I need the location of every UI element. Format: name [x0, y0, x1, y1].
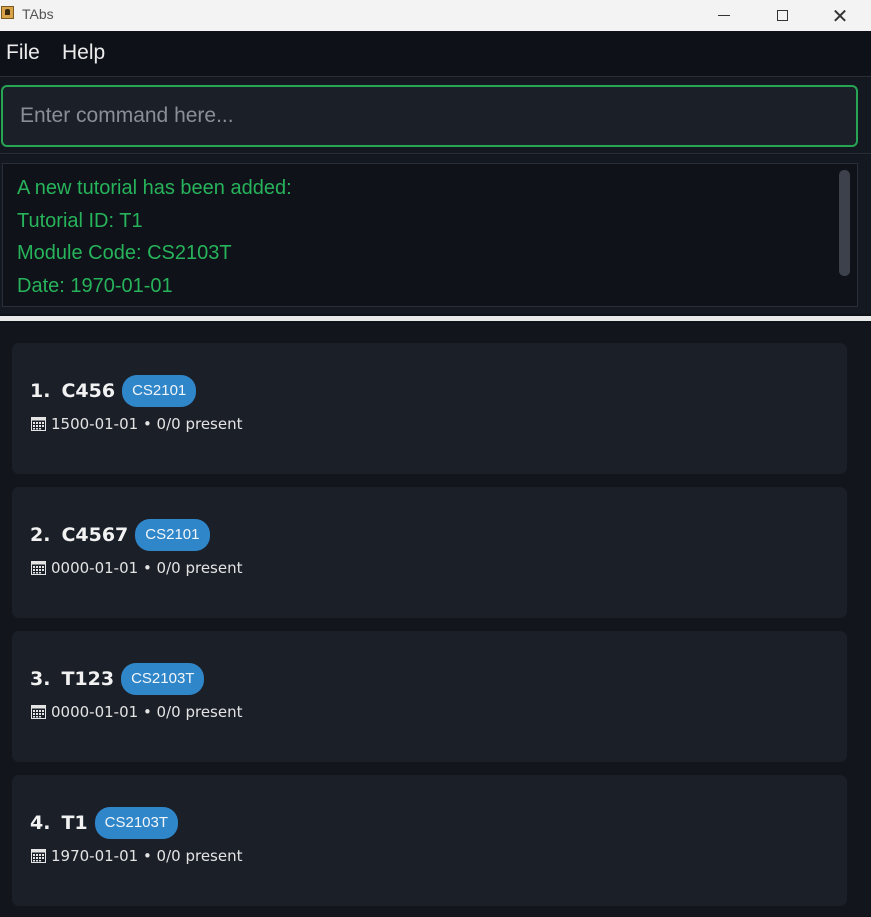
maximize-icon [776, 10, 788, 21]
tutorial-index: 4. [30, 812, 51, 834]
menu-help[interactable]: Help [62, 41, 105, 65]
app-icon [1, 6, 14, 19]
tutorial-meta: 0000-01-01 • 0/0 present [31, 703, 242, 721]
calendar-icon [31, 561, 46, 575]
tutorial-date-attendance: 0000-01-01 • 0/0 present [51, 703, 243, 721]
tutorial-card-title: 4. T1 CS2103T [30, 807, 179, 839]
tutorial-index: 1. [30, 380, 51, 402]
result-line: Module Code: CS2103T [17, 242, 232, 264]
window-titlebar: TAbs ✕ [0, 0, 871, 31]
module-code-badge: CS2101 [122, 375, 197, 407]
close-icon: ✕ [831, 3, 849, 28]
tutorial-card-title: 3. T123 CS2103T [30, 663, 205, 695]
tutorial-id: T123 [61, 668, 115, 690]
tutorial-index: 3. [30, 668, 51, 690]
minimize-icon [718, 15, 730, 16]
tutorial-card-title: 2. C4567 CS2101 [30, 519, 210, 551]
split-pane-divider[interactable] [0, 314, 871, 323]
tutorial-card[interactable]: 1. C456 CS2101 1500-01-01 • 0/0 present [12, 343, 847, 474]
close-button[interactable]: ✕ [812, 0, 868, 31]
tutorial-meta: 1970-01-01 • 0/0 present [31, 847, 242, 865]
tutorial-id: C456 [61, 380, 116, 402]
tutorial-meta: 1500-01-01 • 0/0 present [31, 415, 242, 433]
module-code-badge: CS2101 [135, 519, 210, 551]
minimize-button[interactable] [696, 0, 752, 31]
tutorial-card[interactable]: 2. C4567 CS2101 0000-01-01 • 0/0 present [12, 487, 847, 618]
calendar-icon [31, 705, 46, 719]
tutorial-index: 2. [30, 524, 51, 546]
result-display-container: A new tutorial has been added: Tutorial … [0, 155, 871, 314]
result-scrollbar[interactable] [839, 170, 853, 276]
tutorial-card-title: 1. C456 CS2101 [30, 375, 197, 407]
result-line: Date: 1970-01-01 [17, 274, 173, 297]
module-code-badge: CS2103T [94, 807, 179, 839]
result-line: Tutorial ID: T1 [17, 209, 143, 232]
maximize-button[interactable] [754, 0, 810, 31]
result-display: A new tutorial has been added: Tutorial … [2, 163, 858, 307]
command-input[interactable] [1, 85, 858, 147]
module-code-badge: CS2103T [121, 663, 205, 695]
result-line: A new tutorial has been added: [17, 177, 292, 199]
menu-bar: File Help [0, 31, 871, 77]
result-scrollbar-thumb[interactable] [839, 170, 850, 276]
tutorial-date-attendance: 0000-01-01 • 0/0 present [51, 559, 243, 577]
tutorial-meta: 0000-01-01 • 0/0 present [31, 559, 242, 577]
calendar-icon [31, 849, 46, 863]
tutorial-id: T1 [61, 812, 88, 834]
tutorial-list: 1. C456 CS2101 1500-01-01 • 0/0 present … [0, 323, 871, 917]
tutorial-card[interactable]: 3. T123 CS2103T 0000-01-01 • 0/0 present [12, 631, 847, 762]
calendar-icon [31, 417, 46, 431]
menu-file[interactable]: File [6, 41, 40, 65]
tutorial-date-attendance: 1970-01-01 • 0/0 present [51, 847, 243, 865]
window-title: TAbs [22, 6, 54, 22]
command-box-container [0, 78, 871, 154]
tutorial-date-attendance: 1500-01-01 • 0/0 present [51, 415, 243, 433]
tutorial-id: C4567 [61, 524, 129, 546]
tutorial-card[interactable]: 4. T1 CS2103T 1970-01-01 • 0/0 present [12, 775, 847, 906]
